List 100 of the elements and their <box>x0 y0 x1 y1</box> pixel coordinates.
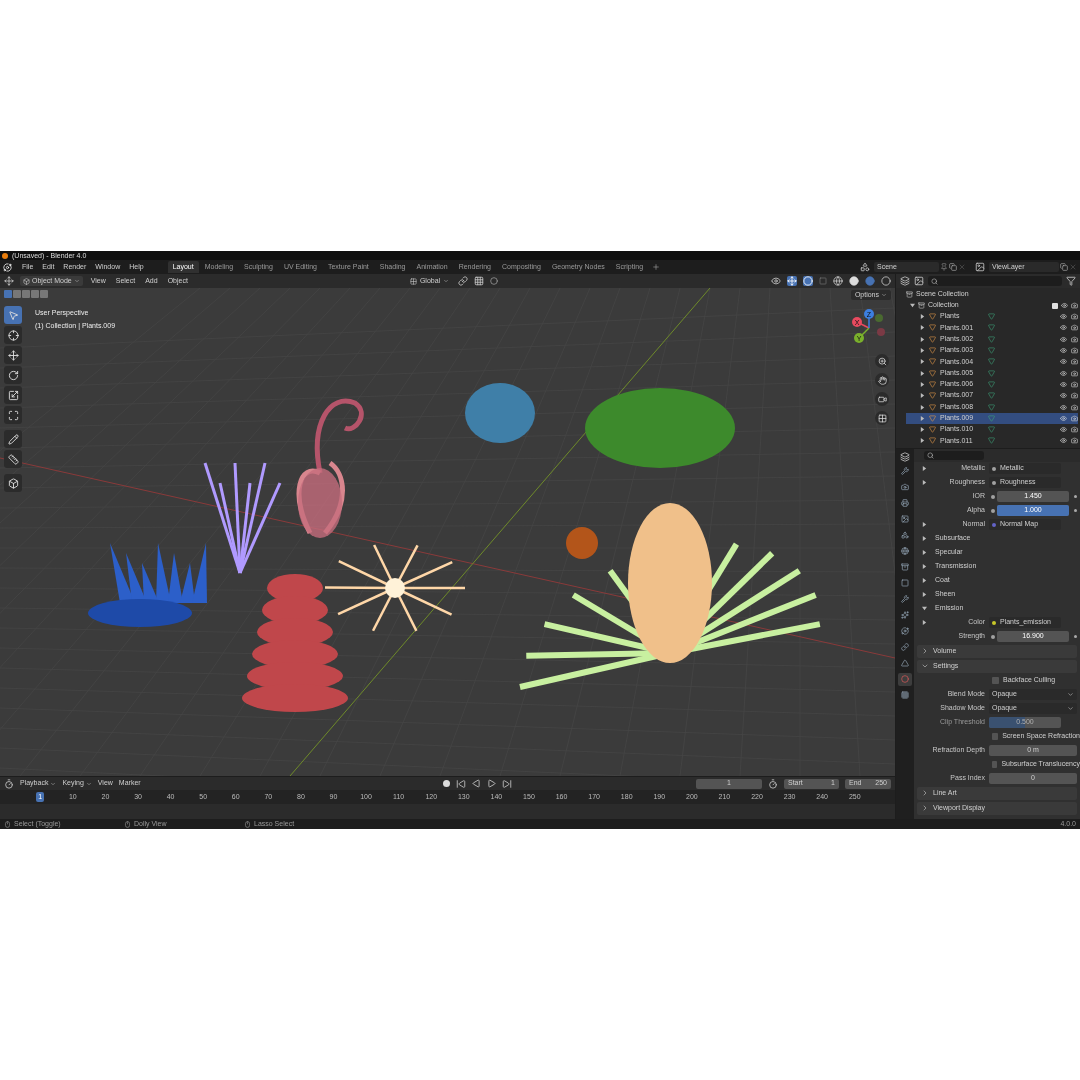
camera-icon <box>1071 437 1078 445</box>
tool-button[interactable] <box>4 306 22 324</box>
camera-icon[interactable] <box>877 394 887 404</box>
checkbox[interactable] <box>992 761 998 769</box>
properties-tab[interactable] <box>898 528 912 542</box>
chevron-down-icon <box>443 278 450 284</box>
timer-icon <box>768 778 778 789</box>
crosshair-icon <box>7 329 19 341</box>
properties-tab[interactable] <box>898 544 912 558</box>
link-icon <box>901 643 909 652</box>
collapsed-arrow-icon[interactable] <box>922 522 927 528</box>
camera-icon <box>901 483 909 492</box>
collapsed-arrow-icon[interactable] <box>922 592 927 598</box>
collapsed-arrow-icon[interactable] <box>922 536 927 542</box>
eye-icon <box>1060 392 1067 400</box>
eye-icon <box>1061 302 1068 309</box>
tool-button[interactable] <box>4 386 22 404</box>
eye-icon <box>1060 369 1067 377</box>
checkbox[interactable] <box>992 677 999 685</box>
eye-icon <box>1060 324 1067 332</box>
pencil-icon <box>7 433 19 445</box>
camera-icon <box>1071 302 1078 309</box>
globe-icon <box>901 547 909 556</box>
checkbox[interactable] <box>1052 302 1058 309</box>
eye-icon <box>1060 414 1067 422</box>
image-icon <box>914 276 924 286</box>
chevron-down-icon <box>881 292 887 298</box>
properties-tab[interactable] <box>898 656 912 670</box>
properties-tab[interactable] <box>898 608 912 622</box>
scale-icon <box>7 389 19 401</box>
overlay-icon <box>803 276 813 286</box>
mouse-icon <box>244 820 251 828</box>
hand-icon[interactable] <box>877 375 887 385</box>
square-icon <box>901 579 909 588</box>
properties-tab[interactable] <box>898 464 912 478</box>
expanded-arrow-icon[interactable] <box>922 606 927 612</box>
app-logo-icon <box>2 252 8 259</box>
close-icon <box>958 263 966 271</box>
play-reverse-icon <box>471 779 481 788</box>
properties-tab[interactable] <box>898 560 912 574</box>
record-icon[interactable] <box>442 780 450 787</box>
transform-icon <box>7 409 19 421</box>
camera-icon <box>1071 369 1078 377</box>
search-field[interactable] <box>924 450 984 460</box>
properties-tab[interactable] <box>898 496 912 510</box>
image-icon <box>901 515 909 524</box>
eye-icon <box>1060 335 1067 343</box>
image-icon <box>975 262 985 272</box>
gizmo-icon <box>787 276 797 286</box>
grid-icon[interactable] <box>877 413 887 423</box>
eye-icon <box>1060 347 1067 355</box>
tool-button[interactable] <box>4 366 22 384</box>
tool-button[interactable] <box>4 450 22 468</box>
camera-icon <box>1071 324 1078 332</box>
tool-button[interactable] <box>4 406 22 424</box>
properties-tab[interactable] <box>898 640 912 654</box>
tool-button[interactable] <box>4 430 22 448</box>
properties-tab[interactable] <box>898 624 912 638</box>
checkbox[interactable] <box>992 733 999 741</box>
tool-button[interactable] <box>4 346 22 364</box>
eye-icon <box>1060 380 1067 388</box>
material-preview-icon <box>865 276 875 286</box>
properties-tab[interactable] <box>898 592 912 606</box>
properties-tab[interactable] <box>898 512 912 526</box>
properties-tab[interactable] <box>898 688 912 702</box>
camera-icon <box>1071 380 1078 388</box>
cube-icon <box>23 277 30 285</box>
filter-icon <box>1066 276 1076 286</box>
chevron-right-icon <box>921 647 929 656</box>
camera-icon <box>1071 335 1078 343</box>
box-icon <box>901 563 909 572</box>
camera-icon <box>1071 403 1078 411</box>
orbit-icon <box>901 627 909 636</box>
collapsed-arrow-icon[interactable] <box>922 578 927 584</box>
shapes-icon <box>901 531 909 540</box>
collapsed-arrow-icon[interactable] <box>922 466 927 472</box>
tool-button[interactable] <box>4 474 22 492</box>
move-icon <box>7 349 19 361</box>
collapsed-arrow-icon[interactable] <box>922 620 927 626</box>
eye-icon <box>1060 403 1067 411</box>
collapsed-arrow-icon[interactable] <box>922 550 927 556</box>
camera-icon <box>1071 414 1078 422</box>
wrench-icon <box>901 595 909 604</box>
camera-icon <box>1071 347 1078 355</box>
collapsed-arrow-icon[interactable] <box>922 480 927 486</box>
cube-icon <box>7 477 19 489</box>
properties-tab[interactable] <box>898 672 912 686</box>
eye-icon <box>1060 358 1067 366</box>
camera-icon <box>1071 426 1078 434</box>
properties-tab[interactable] <box>898 576 912 590</box>
add-icon <box>652 263 661 271</box>
rendered-icon <box>881 276 891 286</box>
tool-button[interactable] <box>4 326 22 344</box>
camera-icon <box>1071 358 1078 366</box>
expanded-arrow-icon[interactable] <box>910 303 915 308</box>
copy-icon <box>1060 263 1068 271</box>
camera-icon <box>1071 313 1078 321</box>
search-field[interactable] <box>928 276 1062 286</box>
collapsed-arrow-icon[interactable] <box>922 564 927 570</box>
zoom-icon[interactable] <box>877 356 887 366</box>
